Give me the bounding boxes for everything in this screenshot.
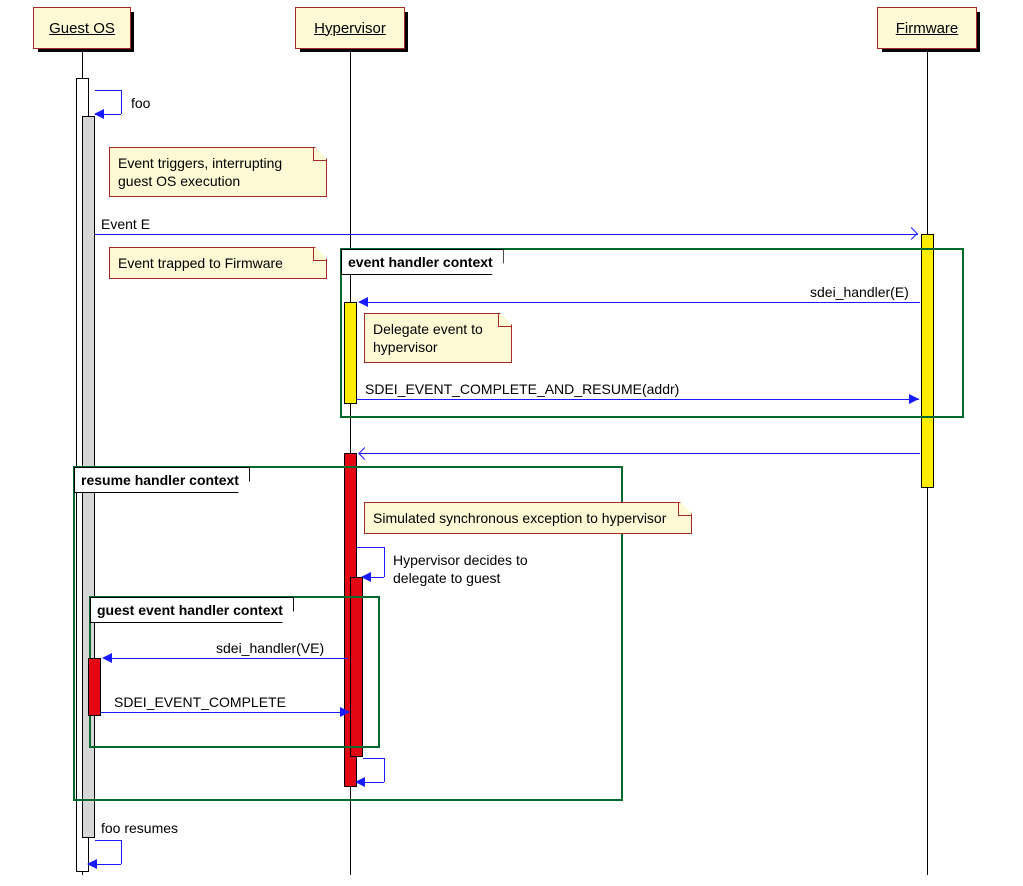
note-text: Event triggers, interrupting guest OS ex… <box>118 155 282 189</box>
arrow <box>95 840 121 841</box>
message-foo-resumes: foo resumes <box>101 820 178 836</box>
message-complete-resume: SDEI_EVENT_COMPLETE_AND_RESUME(addr) <box>365 381 679 397</box>
participant-guest-os: Guest OS <box>33 7 131 49</box>
frame-label: guest event handler context <box>90 597 294 623</box>
note-text: Event trapped to Firmware <box>118 255 283 271</box>
arrow <box>104 658 348 659</box>
arrow <box>384 758 385 782</box>
note-event-triggers: Event triggers, interrupting guest OS ex… <box>109 147 327 197</box>
arrow <box>384 547 385 577</box>
arrowhead-icon <box>355 777 365 787</box>
arrow <box>101 712 348 713</box>
arrowhead-icon <box>94 109 104 119</box>
message-event-e: Event E <box>101 216 150 232</box>
arrowhead-icon <box>102 653 112 663</box>
note-delegate-hyp: Delegate event to hypervisor <box>364 313 512 363</box>
note-text: Hypervisor decides to delegate to guest <box>393 552 528 586</box>
note-sim-exception: Simulated synchronous exception to hyper… <box>364 502 692 534</box>
note-hyp-decides: Hypervisor decides to delegate to guest <box>393 551 553 587</box>
frame-label: event handler context <box>341 249 504 275</box>
arrow <box>357 399 919 400</box>
arrow <box>360 453 920 454</box>
participant-label: Guest OS <box>49 20 115 37</box>
note-text: Simulated synchronous exception to hyper… <box>373 510 666 526</box>
note-text: Delegate event to hypervisor <box>373 321 483 355</box>
arrow <box>357 547 384 548</box>
participant-hypervisor: Hypervisor <box>295 7 405 49</box>
sequence-diagram: Guest OS Hypervisor Firmware foo Event t… <box>0 0 1023 886</box>
message-event-complete: SDEI_EVENT_COMPLETE <box>114 694 286 710</box>
message-sdei-handler-ve: sdei_handler(VE) <box>216 640 324 656</box>
participant-firmware: Firmware <box>877 7 977 49</box>
arrow <box>95 234 918 235</box>
arrowhead-icon <box>909 394 919 404</box>
arrow <box>121 90 122 114</box>
frame-guest-handler: guest event handler context <box>89 596 380 748</box>
arrowhead-icon <box>358 447 371 460</box>
arrowhead-icon <box>87 859 97 869</box>
participant-label: Hypervisor <box>314 20 386 37</box>
arrow <box>121 840 122 864</box>
arrow <box>360 302 920 303</box>
arrowhead-icon <box>340 707 350 717</box>
frame-label: resume handler context <box>74 467 250 493</box>
note-trapped: Event trapped to Firmware <box>109 247 327 279</box>
arrowhead-icon <box>358 297 368 307</box>
activation-guest-os-red <box>88 658 101 716</box>
message-foo: foo <box>131 95 150 111</box>
arrowhead-icon <box>905 227 918 240</box>
arrow <box>95 90 121 91</box>
participant-label: Firmware <box>896 20 959 37</box>
arrow <box>363 758 384 759</box>
message-sdei-handler-e: sdei_handler(E) <box>810 284 909 300</box>
activation-hypervisor-yellow <box>344 302 357 404</box>
